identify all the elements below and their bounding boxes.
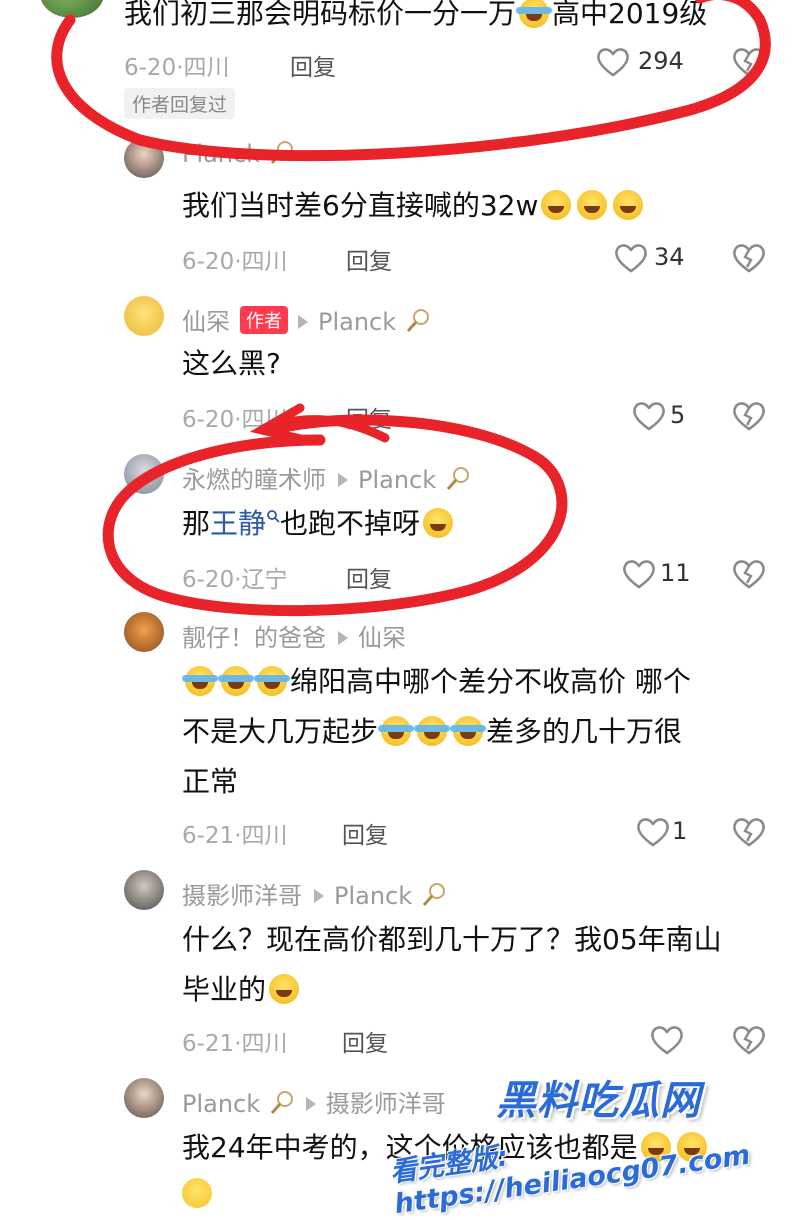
racket-icon [446,467,469,490]
comment-text-line: 什么？现在高价都到几十万了？我05年南山 [182,923,722,956]
broken-heart-icon[interactable] [732,400,766,432]
avatar[interactable] [124,138,164,178]
annotation-overlay [51,0,771,617]
comment-text: 这么黑? [182,347,281,380]
like-count: 5 [670,401,686,429]
search-link[interactable]: 王静 [210,507,280,540]
reply-arrow-icon [338,631,348,645]
heart-icon [633,402,665,431]
comment-username: 仙罙 作者 Planck [182,302,430,337]
avatar[interactable] [124,296,164,336]
laughing-crying-emoji-icon [414,716,451,746]
racket-icon [270,1091,293,1114]
comment-text-line: 毕业的 [182,972,302,1008]
laughing-crying-emoji-icon [378,716,415,746]
like-count: 1 [672,817,688,845]
avatar[interactable] [40,0,104,18]
comment-meta: 6-20·辽宁 [182,567,288,593]
comment-text-line: 正常 [182,765,239,798]
like-button[interactable]: 1 [636,814,706,854]
comment-text: 我们当时差6分直接喊的32w [182,188,646,224]
laughing-crying-emoji-icon [254,666,290,696]
comment-meta: 6-21·四川 [182,823,288,849]
broken-heart-icon[interactable] [732,1024,766,1056]
reply-button[interactable]: 回复 [346,560,392,594]
laughing-crying-emoji-icon [450,716,487,746]
comment-meta: 6-21·四川 [182,1031,288,1057]
comment-username: Planck 摄影师洋哥 [182,1090,446,1118]
comment-meta: 6-20·四川 [182,249,288,275]
heart-icon [615,244,647,273]
search-icon [267,510,280,523]
like-button[interactable]: 34 [614,240,704,280]
avatar[interactable] [124,612,164,652]
reply-button[interactable]: 回复 [290,48,336,82]
comment-username: 摄影师洋哥 Planck [182,876,446,911]
heart-icon [623,560,655,589]
avatar[interactable] [124,870,164,910]
laughing-crying-emoji-icon [218,666,254,696]
reply-arrow-icon [298,315,308,329]
heart-icon [597,48,629,77]
like-button[interactable]: 294 [596,44,706,84]
laughing-crying-emoji-icon [516,0,553,28]
comment-username: 永燃的瞳术师 Planck [182,460,470,495]
comment-meta: 6-20·四川 [182,407,288,433]
heart-icon [637,818,669,847]
author-replied-tag: 作者回复过 [124,88,236,119]
heart-icon [651,1026,683,1055]
reply-arrow-icon [314,889,324,903]
reply-button[interactable]: 回复 [342,1024,388,1058]
racket-icon [270,141,293,164]
broken-heart-icon[interactable] [732,242,766,274]
grinning-sweat-emoji-icon [541,190,572,220]
comment-text: 我们初三那会明码标价一分一万 高中2019级 [124,0,708,30]
comment-meta: 6-20·四川 [124,55,230,81]
comment-text-line: 绵阳高中哪个差分不收高价 哪个 [182,664,691,700]
reply-button[interactable]: 回复 [342,816,388,850]
broken-heart-icon[interactable] [732,46,766,78]
reply-arrow-icon [338,473,348,487]
author-badge: 作者 [240,306,288,334]
broken-heart-icon[interactable] [732,816,766,848]
comment-username: 靓仔！的爸爸 仙罙 [182,624,406,652]
grinning-sweat-emoji-icon [269,974,300,1004]
grinning-sweat-emoji-icon [613,190,644,220]
like-button[interactable]: 5 [632,398,702,438]
reply-arrow-icon [305,1097,316,1111]
comment-text-line: 不是大几万起步 差多的几十万很 [182,715,683,748]
like-count: 34 [654,243,685,271]
laughing-crying-emoji-icon [182,666,218,696]
comment-text: 那王静 也跑不掉呀 [182,506,456,542]
like-count: 11 [660,559,691,587]
grinning-sweat-emoji-icon [182,1178,212,1208]
avatar[interactable] [124,1078,164,1118]
drooling-face-emoji-icon [423,508,454,538]
avatar[interactable] [124,454,164,494]
like-button[interactable]: 11 [622,556,702,596]
reply-button[interactable]: 回复 [346,242,392,276]
reply-button[interactable]: 回复 [346,400,392,434]
like-button[interactable] [650,1022,700,1062]
comment-username: Planck [182,140,294,168]
racket-icon [422,883,445,906]
like-count: 294 [638,47,684,75]
grinning-sweat-emoji-icon [577,190,608,220]
racket-icon [406,309,429,332]
broken-heart-icon[interactable] [732,558,766,590]
